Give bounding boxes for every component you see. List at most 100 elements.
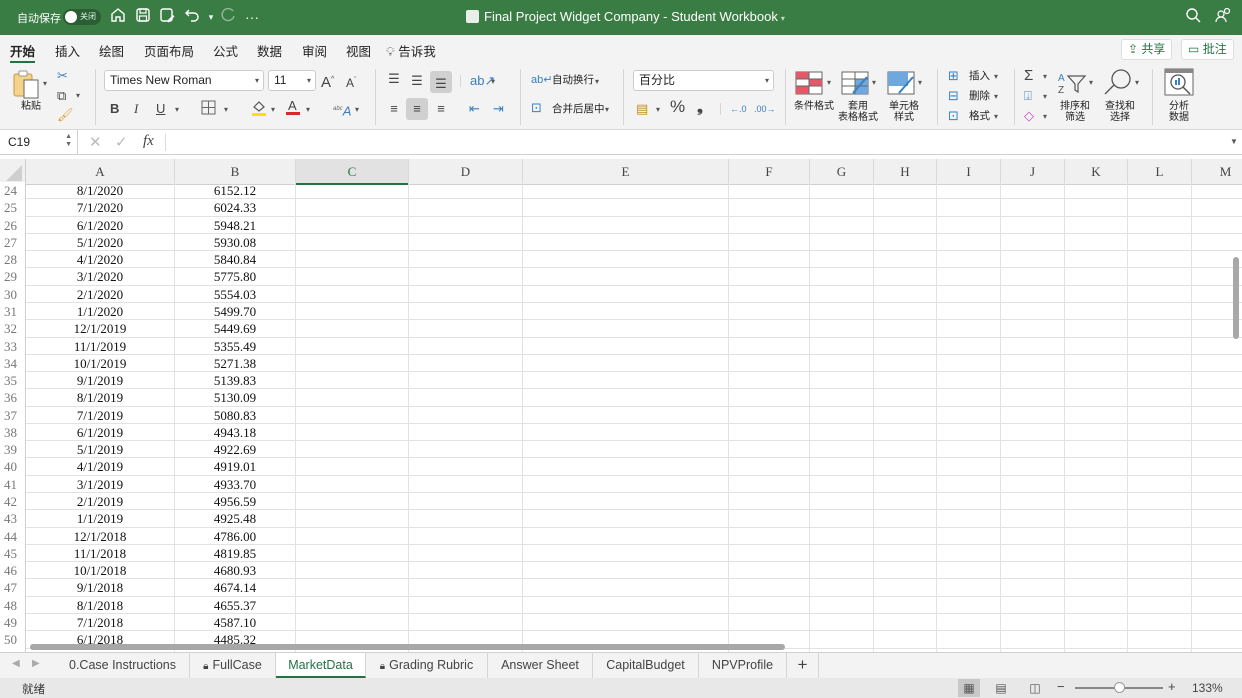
row-header[interactable]: 45 — [0, 544, 26, 563]
cell-b32[interactable]: 5449.69 — [175, 320, 296, 338]
zoom-slider-thumb[interactable] — [1114, 682, 1125, 693]
cell-l46[interactable] — [1128, 562, 1192, 580]
cell-a26[interactable]: 6/1/2020 — [26, 216, 175, 234]
cell-f28[interactable] — [729, 251, 810, 269]
autosum-icon[interactable]: Σ — [1024, 67, 1033, 85]
cell-m27[interactable] — [1192, 234, 1242, 252]
cell-j38[interactable] — [1001, 423, 1065, 442]
cell-g29[interactable] — [810, 268, 874, 286]
cell-i29[interactable] — [937, 268, 1001, 286]
cell-m37[interactable] — [1192, 407, 1242, 424]
cell-m35[interactable] — [1192, 372, 1242, 390]
cell-b25[interactable]: 6024.33 — [175, 199, 296, 217]
cell-e39[interactable] — [523, 441, 729, 459]
fill-icon[interactable]: ⍗ — [1024, 87, 1032, 105]
cell-k37[interactable] — [1065, 406, 1128, 424]
cell-g33[interactable] — [810, 337, 874, 355]
cell-k40[interactable] — [1065, 458, 1128, 476]
cell-g28[interactable] — [810, 251, 874, 269]
cell-g27[interactable] — [810, 233, 874, 252]
format-cells-label[interactable]: 格式 — [969, 111, 990, 122]
next-sheet-icon[interactable]: ▶ — [32, 658, 40, 669]
cell-e42[interactable] — [523, 493, 729, 511]
cell-g26[interactable] — [810, 216, 874, 234]
cell-f32[interactable] — [729, 320, 810, 338]
increase-font-size-icon[interactable]: A^ — [321, 71, 334, 92]
cell-f45[interactable] — [729, 544, 810, 563]
cell-f42[interactable] — [729, 493, 810, 511]
row-header[interactable]: 35 — [0, 372, 26, 390]
cell-h32[interactable] — [874, 320, 937, 338]
font-color-icon[interactable]: A — [285, 98, 301, 121]
cell-d31[interactable] — [409, 302, 523, 321]
cell-a24[interactable]: 8/1/2020 — [26, 182, 175, 200]
save-as-icon[interactable] — [157, 7, 177, 27]
expand-formula-bar-icon[interactable]: ▼ — [1230, 137, 1238, 146]
cell-m43[interactable] — [1192, 510, 1242, 528]
cell-d36[interactable] — [409, 389, 523, 407]
autosum-dropdown-icon[interactable]: ▾ — [1043, 72, 1047, 81]
cell-f24[interactable] — [729, 182, 810, 200]
cell-g31[interactable] — [810, 302, 874, 321]
cell-c47[interactable] — [296, 579, 409, 597]
cell-a30[interactable]: 2/1/2020 — [26, 285, 175, 303]
cell-l42[interactable] — [1128, 493, 1192, 511]
cell-f25[interactable] — [729, 199, 810, 217]
cell-f39[interactable] — [729, 441, 810, 459]
cell-g24[interactable] — [810, 182, 874, 200]
cell-k43[interactable] — [1065, 510, 1128, 528]
cell-j48[interactable] — [1001, 596, 1065, 615]
cell-k27[interactable] — [1065, 233, 1128, 252]
delete-cells-icon[interactable]: ⊟ — [948, 87, 959, 105]
accounting-format-icon[interactable]: ▤ — [636, 100, 648, 118]
cell-c48[interactable] — [296, 596, 409, 615]
cell-a44[interactable]: 12/1/2018 — [26, 527, 175, 545]
cell-b31[interactable]: 5499.70 — [175, 302, 296, 321]
cell-h44[interactable] — [874, 527, 937, 545]
cell-h29[interactable] — [874, 268, 937, 286]
cell-styles-label[interactable]: 单元格 样式 — [884, 101, 924, 123]
cell-m49[interactable] — [1192, 614, 1242, 632]
cell-m44[interactable] — [1192, 528, 1242, 545]
cell-l24[interactable] — [1128, 182, 1192, 200]
cell-i32[interactable] — [937, 320, 1001, 338]
cell-l31[interactable] — [1128, 302, 1192, 321]
cell-h42[interactable] — [874, 493, 937, 511]
cell-b24[interactable]: 6152.12 — [175, 182, 296, 200]
cell-h49[interactable] — [874, 614, 937, 632]
cell-m39[interactable] — [1192, 441, 1242, 459]
cell-i50[interactable] — [937, 631, 1001, 649]
cell-b33[interactable]: 5355.49 — [175, 337, 296, 355]
undo-icon[interactable] — [182, 7, 202, 27]
borders-dropdown-icon[interactable]: ▾ — [224, 105, 228, 114]
cell-a27[interactable]: 5/1/2020 — [26, 233, 175, 252]
cell-c41[interactable] — [296, 475, 409, 494]
fill-dropdown-icon[interactable]: ▾ — [1043, 92, 1047, 101]
cell-a49[interactable]: 7/1/2018 — [26, 614, 175, 632]
cell-l45[interactable] — [1128, 544, 1192, 563]
cell-e29[interactable] — [523, 268, 729, 286]
cell-b45[interactable]: 4819.85 — [175, 544, 296, 563]
cell-d27[interactable] — [409, 233, 523, 252]
cell-b29[interactable]: 5775.80 — [175, 268, 296, 286]
more-icon[interactable]: ··· — [242, 7, 262, 27]
cell-i40[interactable] — [937, 458, 1001, 476]
cell-h41[interactable] — [874, 475, 937, 494]
font-size-select[interactable]: 11 ▾ — [268, 70, 316, 91]
cell-c34[interactable] — [296, 354, 409, 373]
row-header[interactable]: 29 — [0, 268, 26, 286]
cell-e49[interactable] — [523, 614, 729, 632]
cell-d26[interactable] — [409, 216, 523, 234]
cell-i28[interactable] — [937, 251, 1001, 269]
cell-b37[interactable]: 5080.83 — [175, 406, 296, 424]
fill-color-icon[interactable] — [251, 99, 267, 122]
format-cells-dropdown-icon[interactable]: ▾ — [994, 112, 998, 121]
cell-c49[interactable] — [296, 614, 409, 632]
cell-a33[interactable]: 11/1/2019 — [26, 337, 175, 355]
increase-decimal-icon[interactable]: ←.0 — [730, 100, 747, 118]
page-break-view-icon[interactable]: ◫ — [1024, 679, 1046, 697]
cell-j34[interactable] — [1001, 354, 1065, 373]
italic-button[interactable]: I — [134, 100, 138, 118]
tab-home[interactable]: 开始 — [10, 41, 36, 63]
cell-g49[interactable] — [810, 614, 874, 632]
